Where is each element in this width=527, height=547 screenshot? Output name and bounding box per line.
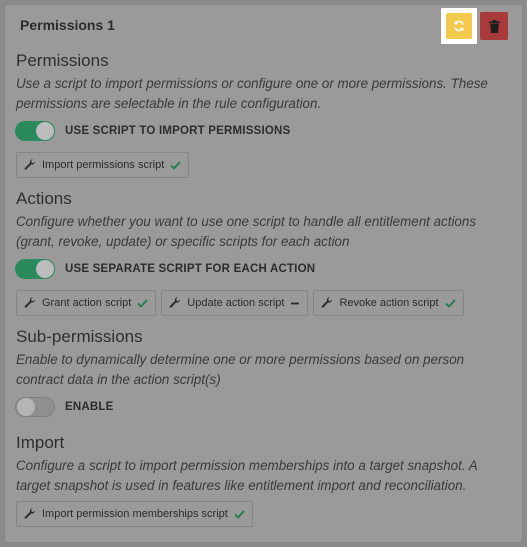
import-permissions-toggle[interactable] [15, 121, 55, 141]
refresh-icon [453, 20, 465, 32]
import-section-description: Configure a script to import permission … [16, 458, 478, 493]
panel-title: Permissions 1 [20, 17, 115, 33]
trash-icon [488, 19, 500, 33]
revoke-action-script-button[interactable]: Revoke action script [313, 290, 464, 316]
subpermissions-section-description: Enable to dynamically determine one or m… [16, 352, 465, 387]
permissions-section-description: Use a script to import permissions or co… [16, 76, 488, 111]
update-action-script-button[interactable]: Update action script [161, 290, 309, 316]
check-icon [234, 509, 245, 519]
separate-script-toggle[interactable] [15, 259, 55, 279]
separate-script-toggle-row[interactable]: USE SEPARATE SCRIPT FOR EACH ACTION [15, 259, 315, 279]
enable-subpermissions-toggle-label: ENABLE [65, 401, 114, 413]
dash-icon [290, 299, 300, 308]
refresh-button[interactable] [441, 8, 477, 44]
check-icon [137, 298, 148, 308]
grant-action-script-label: Grant action script [42, 297, 132, 309]
check-icon [170, 160, 181, 170]
import-section-title: Import [16, 433, 65, 452]
delete-button[interactable] [480, 12, 508, 40]
import-permissions-toggle-row[interactable]: USE SCRIPT TO IMPORT PERMISSIONS [15, 121, 290, 141]
actions-section-description: Configure whether you want to use one sc… [16, 214, 477, 249]
wrench-icon [169, 297, 181, 309]
permissions-section-title: Permissions [16, 51, 109, 70]
wrench-icon [24, 508, 36, 520]
import-permissions-toggle-label: USE SCRIPT TO IMPORT PERMISSIONS [65, 125, 291, 137]
actions-section-title: Actions [16, 189, 72, 208]
import-memberships-script-label: Import permission memberships script [42, 508, 228, 520]
update-action-script-label: Update action script [187, 297, 285, 309]
grant-action-script-button[interactable]: Grant action script [16, 290, 157, 316]
import-permissions-script-button[interactable]: Import permissions script [16, 152, 190, 178]
separate-script-toggle-label: USE SEPARATE SCRIPT FOR EACH ACTION [65, 263, 316, 275]
enable-subpermissions-toggle-row[interactable]: ENABLE [15, 397, 113, 417]
import-permissions-script-label: Import permissions script [42, 159, 165, 171]
revoke-action-script-label: Revoke action script [339, 297, 439, 309]
wrench-icon [321, 297, 333, 309]
subpermissions-section-title: Sub-permissions [16, 327, 143, 346]
enable-subpermissions-toggle[interactable] [15, 397, 55, 417]
import-memberships-script-button[interactable]: Import permission memberships script [16, 501, 253, 527]
check-icon [444, 298, 456, 308]
wrench-icon [24, 297, 36, 309]
wrench-icon [24, 159, 36, 171]
